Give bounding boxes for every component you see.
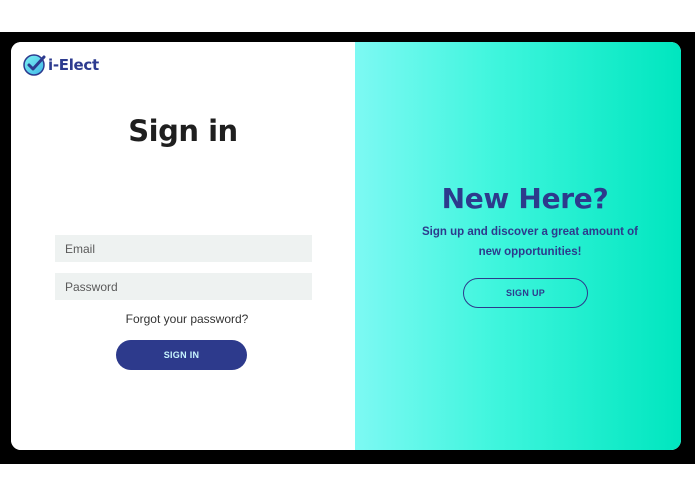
brand-name: i-Elect <box>48 56 99 74</box>
forgot-password-link[interactable]: Forgot your password? <box>11 312 363 326</box>
checkmark-circle-icon <box>23 54 46 76</box>
signin-title: Sign in <box>128 114 238 148</box>
email-field[interactable] <box>55 235 312 262</box>
brand-logo[interactable]: i-Elect <box>23 52 99 78</box>
password-field[interactable] <box>55 273 312 300</box>
signin-panel: i-Elect Sign in Forgot your password? SI… <box>11 42 355 450</box>
auth-card: i-Elect Sign in Forgot your password? SI… <box>11 42 681 450</box>
promo-title: New Here? <box>441 182 609 215</box>
sign-up-button[interactable]: SIGN UP <box>463 278 588 308</box>
signup-panel: New Here? Sign up and discover a great a… <box>355 42 681 450</box>
promo-text: Sign up and discover a great amount of n… <box>422 226 638 258</box>
sign-in-button[interactable]: SIGN IN <box>116 340 247 370</box>
